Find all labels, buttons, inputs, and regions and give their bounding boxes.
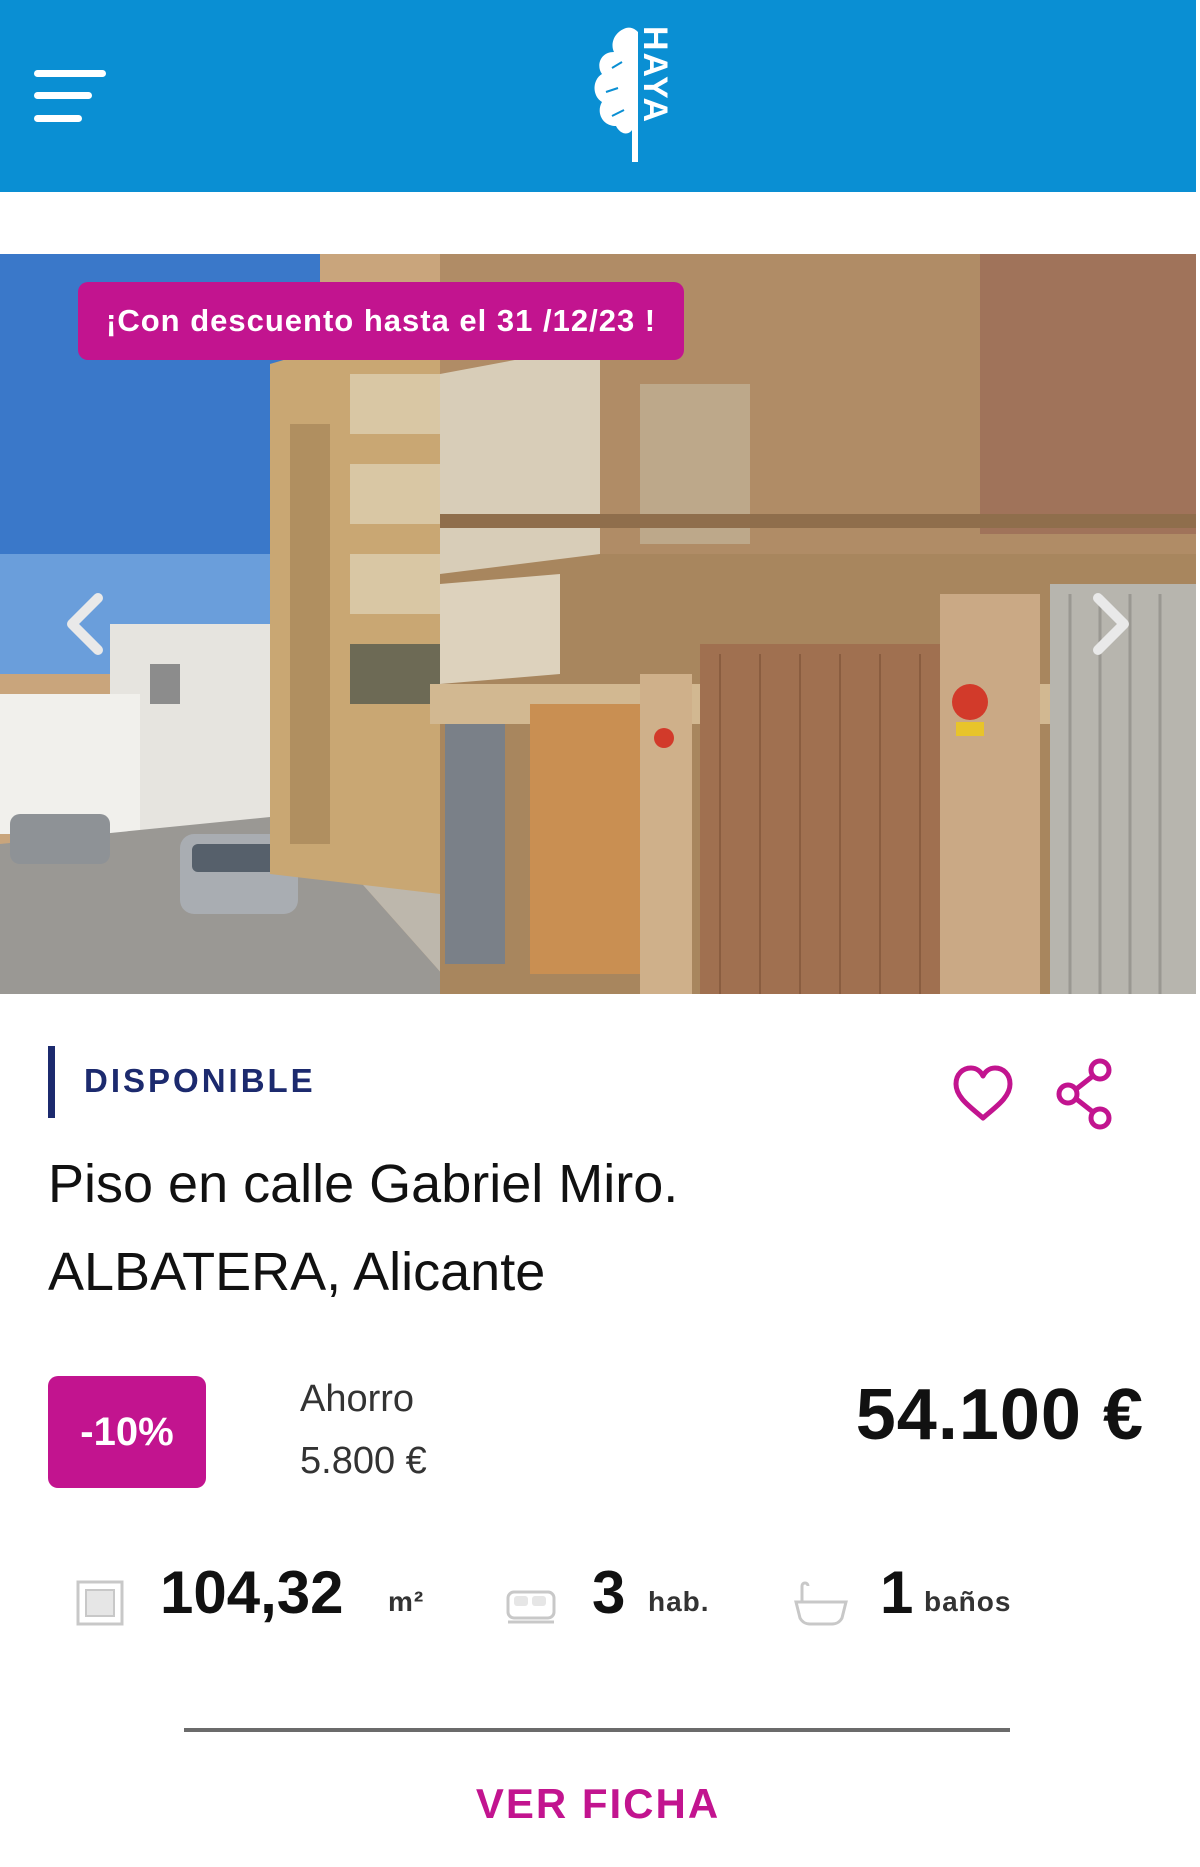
hamburger-menu-icon[interactable] [34, 66, 110, 126]
rooms-value: 3 [592, 1559, 626, 1626]
property-photo[interactable]: ¡Con descuento hasta el 31 /12/23 ! [0, 254, 1196, 994]
share-icon [1056, 1058, 1112, 1130]
discount-badge: -10% [48, 1376, 206, 1488]
favorite-button[interactable] [952, 1064, 1014, 1124]
top-bar: HAYA [0, 0, 1196, 192]
chevron-right-icon [1093, 593, 1129, 655]
haya-logo[interactable]: HAYA [588, 22, 678, 172]
area-value: 104,32 [160, 1559, 344, 1626]
rooms-unit: hab. [648, 1586, 710, 1617]
carousel-prev-button[interactable] [56, 584, 116, 664]
promo-badge: ¡Con descuento hasta el 31 /12/23 ! [78, 282, 685, 360]
divider [184, 1728, 1010, 1732]
tree-logo-icon: HAYA [594, 26, 674, 163]
chevron-left-icon [67, 593, 103, 655]
carousel-next-button[interactable] [1080, 584, 1140, 664]
baths-unit: baños [924, 1586, 1012, 1617]
baths-value: 1 [880, 1559, 914, 1626]
logo-text: HAYA [636, 26, 674, 124]
bathtub-icon [794, 1581, 848, 1626]
share-button[interactable] [1054, 1058, 1116, 1130]
listing-title-line2: ALBATERA, Alicante [48, 1242, 546, 1302]
savings-value: 5.800 € [300, 1440, 427, 1482]
heart-icon [953, 1065, 1013, 1121]
status-indicator-bar [48, 1046, 55, 1118]
bed-icon [506, 1590, 556, 1624]
area-unit: m² [388, 1586, 425, 1617]
status-label: DISPONIBLE [84, 1062, 316, 1099]
view-details-link[interactable]: VER FICHA [0, 1780, 1196, 1828]
savings-label: Ahorro [300, 1378, 415, 1420]
area-icon [76, 1580, 124, 1626]
listing-title: Piso en calle Gabriel Miro. ALBATERA, Al… [48, 1140, 1108, 1316]
building-photo-image [0, 254, 1196, 994]
price: 54.100 € [855, 1375, 1144, 1455]
listing-card: HAYA ¡Con descuento hasta el 31 /12/23 !… [0, 0, 1196, 1867]
listing-title-line1: Piso en calle Gabriel Miro. [48, 1154, 679, 1214]
